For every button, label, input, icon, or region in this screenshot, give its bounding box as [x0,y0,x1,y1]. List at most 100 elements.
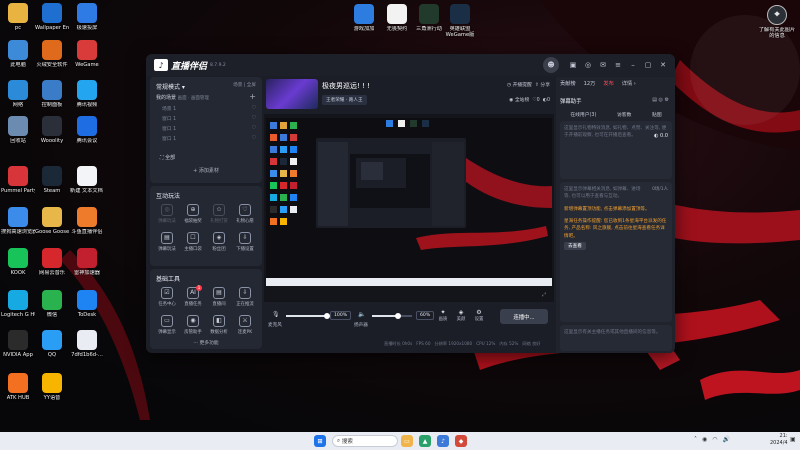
scene-view-option-1[interactable]: 场景 [233,83,242,88]
live-companion-taskbar-icon[interactable]: ♪ [437,435,449,447]
rank-stat[interactable]: ◉ 全站榜 [509,98,529,103]
desktop-icon[interactable]: 斗鱼直播伴侣 [70,207,104,235]
feature-item[interactable]: ⊕ 福袋抽奖 [180,204,206,224]
visibility-icon[interactable]: ◌ [252,115,256,125]
scene-item[interactable]: 窗口 1 ◌ [156,125,256,135]
beauty-button[interactable]: ◈ 美颜 [454,309,468,322]
app-taskbar-icon[interactable]: ◆ [455,435,467,447]
mic-volume-value[interactable]: 100% [330,311,352,320]
share-action[interactable]: ⇪ 分享 [535,83,550,88]
preview-expand-icon[interactable]: ⤢ [542,292,546,298]
add-scene-icon[interactable]: + [249,92,256,101]
tray-chevron-icon[interactable]: ˄ [694,436,697,443]
desktop-icon[interactable]: ToDesk [70,290,104,318]
reminder-action[interactable]: ◷ 开播提醒 [507,83,532,88]
feature-item[interactable]: ☑ 任务中心 [154,287,180,307]
desktop-icon[interactable]: 游戏加加 [347,4,381,32]
desktop-icon[interactable]: pc [1,3,35,31]
mode-selector[interactable]: 常规模式 ▾ [156,82,185,91]
subtab-stickers[interactable]: 贴图 [652,111,662,118]
my-scene[interactable]: 我的场景 画面 · 画面管理 [156,94,209,101]
subtab-online-users[interactable]: 在线用户(3) [570,111,596,118]
feature-item[interactable]: ◧ 数据分析 [206,315,232,335]
mic-volume-slider[interactable] [286,313,330,319]
clock[interactable]: 21: 2024/4 [770,433,788,447]
feature-item[interactable]: ♡ 礼物心愿 [232,204,258,224]
danmu-tool-icon-2[interactable]: ◎ [659,97,663,103]
scene-item[interactable]: 窗口 1 ◌ [156,135,256,145]
notification-center-icon[interactable]: ▣ [790,436,796,443]
maximize-icon[interactable]: ▢ [641,58,655,72]
tray-app-icon[interactable]: ◉ [702,436,707,443]
desktop-icon[interactable]: 控制面板 [35,80,69,108]
desktop-icon[interactable]: 新建 文本文档 (2) [70,166,104,194]
feature-item[interactable]: AI 直播任务 1 [180,285,206,307]
desktop-icon[interactable]: 此电脑 [1,40,35,68]
desktop-icon[interactable]: 搜狗高速浏览器 [1,207,35,235]
speaker-volume-knob[interactable] [395,313,402,319]
desktop-icon[interactable]: 无畏契约 [380,4,414,32]
scene-view-option-2[interactable]: 全屏 [247,83,256,88]
desktop-icon[interactable]: 腾讯视频 [70,80,104,108]
desktop-icon[interactable]: 回收站 [1,116,35,144]
stream-category-tag[interactable]: 王者荣耀 · 路人王 [322,95,367,105]
feature-item[interactable]: ✿ 礼物打赏 [206,204,232,224]
minimize-icon[interactable]: – [626,58,640,72]
desktop-icon[interactable]: YY语音 [35,373,69,401]
desktop-icon[interactable]: KOOK [1,248,35,276]
desktop-icon[interactable]: QQ [35,330,69,358]
menu-icon[interactable]: ≡ [611,58,625,72]
subtab-visitors[interactable]: 访客数 [617,111,631,118]
start-live-button[interactable]: 连播中... [500,309,548,324]
speaker-icon[interactable]: 🔈 [358,311,365,318]
feature-item[interactable]: ◎ 弹幕玩法 [154,204,180,224]
scene-item[interactable]: 场景 1 ◌ [156,105,256,115]
desktop-icon[interactable]: Wallpaper Engine: ... [35,3,69,31]
speaker-volume-slider[interactable] [372,313,412,319]
desktop-icon[interactable]: NVIDIA App [1,330,35,358]
speaker-volume-value[interactable]: 60% [416,311,435,320]
desktop-icon[interactable]: 腾讯会议 [70,116,104,144]
tab-details[interactable]: 详情 › [622,80,636,87]
go-check-button[interactable]: 去查看 [564,242,586,250]
add-material-button[interactable]: + 添加素材 [150,167,262,174]
stream-preview[interactable]: ⤢ [264,114,554,302]
file-explorer-icon[interactable]: ▭ [401,435,413,447]
tab-count[interactable]: 12万 [584,80,596,87]
visibility-icon[interactable]: ◌ [252,135,256,145]
visibility-icon[interactable]: ◌ [252,105,256,115]
feature-item[interactable]: ⇩ 下播设置 [232,232,258,252]
delta-force-taskbar-icon[interactable]: ▲ [419,435,431,447]
desktop-icon[interactable]: ATK HUB [1,373,35,401]
info-desktop-icon[interactable]: ⌖ 了解有关此图片的信息 [757,5,797,39]
desktop-icon[interactable]: 极速投屏 [70,3,104,31]
search-input[interactable]: ⌕ 搜索 [332,435,398,447]
quality-button[interactable]: ✦ 画质 [436,309,450,322]
settings-button[interactable]: ⚙ 设置 [472,309,486,322]
desktop-icon[interactable]: 微信 [35,290,69,318]
close-icon[interactable]: ✕ [656,58,670,72]
desktop-icon[interactable]: 7dfd1b6d-... [70,330,104,358]
desktop-icon[interactable]: Steam [35,166,69,194]
desktop-icon[interactable]: Pummel Party [1,166,35,194]
desktop-icon[interactable]: 三角洲行动 [412,4,446,32]
feature-item[interactable]: ⇩ 正在推流 [232,287,258,307]
desktop-icon[interactable]: Wooolity [35,116,69,144]
mic-icon[interactable]: 🎙 [272,311,280,318]
feature-item[interactable]: ▤ 直播间 [206,287,232,307]
feature-item[interactable]: ☐ 主播口袋 [180,232,206,252]
danmu-tool-icon-1[interactable]: ▤ [652,97,657,103]
desktop-icon[interactable]: Goose Goose Duck [35,207,69,235]
volume-icon[interactable]: 🔊 [723,436,730,443]
feature-item[interactable]: ◈ 粉丝团 [206,232,232,252]
all-scenes[interactable]: ⛶ 全部 [160,154,175,161]
feature-item[interactable]: ▭ 弹幕显示 [154,315,180,335]
feature-item[interactable]: ▤ 弹幕玩法 [154,232,180,252]
more-tools-button[interactable]: ··· 更多功能 [150,339,262,346]
notification-icon[interactable]: ▣ [566,58,580,72]
avatar[interactable]: ☻ [543,57,559,73]
danmu-tool-icon-3[interactable]: ⚙ [665,97,669,103]
desktop-icon[interactable]: 火绒安全软件 [35,40,69,68]
tab-publish[interactable]: 发布 [603,80,613,87]
desktop-icon[interactable]: Logitech G HUB [1,290,35,318]
